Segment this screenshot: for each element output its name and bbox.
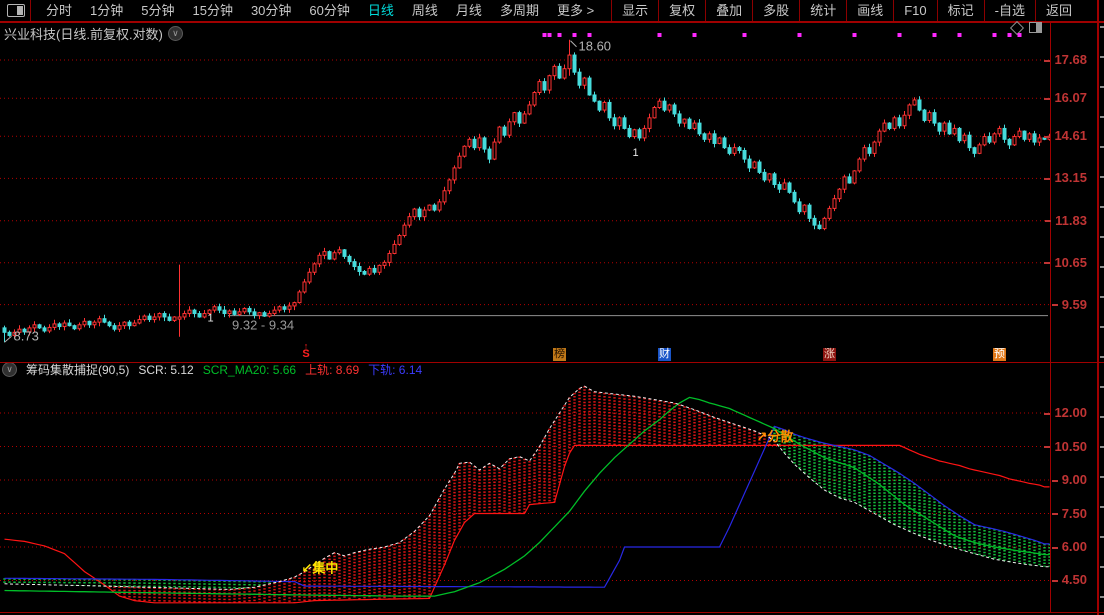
period-menu: 分时 1分钟 5分钟 15分钟 30分钟 60分钟 日线 周线 月线 多周期 更多 > xyxy=(37,0,603,21)
axis-tick xyxy=(1044,59,1051,62)
low-price-label: 8.73 xyxy=(14,328,39,343)
candlestick-series xyxy=(2,39,1050,343)
axis-tick xyxy=(1044,135,1051,138)
menu-item-left-7[interactable]: 周线 xyxy=(403,0,447,21)
marker-1: 1 xyxy=(633,147,639,159)
menu-item-right-7[interactable]: 标记 xyxy=(936,0,984,21)
axis-tick xyxy=(1044,446,1051,449)
price-tick-17.68: 17.68 xyxy=(1044,52,1087,67)
menu-item-left-9[interactable]: 多周期 xyxy=(491,0,548,21)
indicator-chart[interactable]: ↙集中 ↗分散 xyxy=(0,375,1050,612)
axis-tick xyxy=(1044,97,1051,100)
price-tick-16.07: 16.07 xyxy=(1044,90,1087,105)
event-dots xyxy=(542,33,1022,37)
indicator-tick-4.5: 4.50 xyxy=(1051,572,1087,587)
menu-item-left-1[interactable]: 1分钟 xyxy=(81,0,132,21)
axis-tick xyxy=(1044,177,1051,180)
svg-text:9.32 - 9.34: 9.32 - 9.34 xyxy=(232,318,294,333)
indicator-tick-7.5: 7.50 xyxy=(1051,506,1087,521)
badge-3[interactable]: 涨 xyxy=(823,348,836,361)
price-tick-14.61: 14.61 xyxy=(1044,128,1087,143)
menu-item-left-2[interactable]: 5分钟 xyxy=(132,0,183,21)
price-tick-13.15: 13.15 xyxy=(1044,170,1087,185)
axis-tick xyxy=(1051,304,1058,307)
menu-item-right-8[interactable]: -自选 xyxy=(983,0,1035,21)
right-edge-ticks xyxy=(1100,26,1104,610)
menu-item-left-10[interactable]: 更多 > xyxy=(548,0,603,21)
price-tick-10.65: 10.65 xyxy=(1044,255,1087,270)
price-axis: 17.68 16.07 14.61 13.15 11.83 10.65 9.59 12.00 1… xyxy=(1044,0,1097,615)
menu-item-right-4[interactable]: 统计 xyxy=(799,0,846,21)
axis-tick xyxy=(1051,513,1058,516)
axis-tick xyxy=(1051,580,1058,583)
axis-tick xyxy=(1051,479,1058,482)
badge-signal-s[interactable]: ↑ S xyxy=(300,342,312,360)
menu-item-right-2[interactable]: 叠加 xyxy=(705,0,752,21)
right-edge-border xyxy=(1097,0,1099,615)
menu-separator xyxy=(30,0,31,21)
scr-line xyxy=(4,385,1050,590)
axis-tick xyxy=(1044,262,1051,265)
high-price-label: 18.60 xyxy=(579,39,612,54)
marker-1: 1 xyxy=(208,312,214,324)
indicator-tick-9: 9.00 xyxy=(1051,472,1087,487)
menu-item-left-4[interactable]: 30分钟 xyxy=(242,0,300,21)
menubar: 分时 1分钟 5分钟 15分钟 30分钟 60分钟 日线 周线 月线 多周期 更多 > 显示 复权 叠加… xyxy=(0,0,1104,23)
scr-ma20-line xyxy=(4,396,1050,597)
menu-item-left-8[interactable]: 月线 xyxy=(447,0,491,21)
menu-item-right-0[interactable]: 显示 xyxy=(611,0,658,21)
badge-2[interactable]: 财 xyxy=(658,348,671,361)
lower-band-line xyxy=(4,425,1050,588)
price-tick-9.59: 9.59 xyxy=(1051,297,1087,312)
menu-item-left-3[interactable]: 15分钟 xyxy=(183,0,241,21)
indicator-label-1: ↗分散 xyxy=(757,429,795,444)
tools-menu: 显示 复权 叠加 多股 统计 画线 F10 标记 -自选 返回 xyxy=(611,0,1082,21)
indicator-label-0: ↙集中 xyxy=(302,561,339,576)
axis-tick xyxy=(1045,220,1052,223)
menu-item-right-1[interactable]: 复权 xyxy=(658,0,705,21)
menu-item-left-5[interactable]: 60分钟 xyxy=(300,0,358,21)
main-gridlines xyxy=(0,59,1050,306)
menu-item-left-0[interactable]: 分时 xyxy=(37,0,81,21)
indicator-tick-12: 12.00 xyxy=(1044,405,1087,420)
menu-item-right-5[interactable]: 画线 xyxy=(846,0,893,21)
badge-1[interactable]: 榜 xyxy=(553,348,566,361)
main-candlestick-chart[interactable]: 9.32 - 9.34 18.60 8.73 1 1 xyxy=(0,22,1050,362)
axis-tick xyxy=(1044,412,1051,415)
panel-divider[interactable] xyxy=(0,362,1104,363)
axis-tick xyxy=(1051,546,1058,549)
menu-item-left-6[interactable]: 日线 xyxy=(359,0,403,21)
bottom-border xyxy=(0,612,1104,613)
menu-item-right-3[interactable]: 多股 xyxy=(752,0,799,21)
menu-item-right-6[interactable]: F10 xyxy=(893,0,936,21)
window-split-icon[interactable] xyxy=(7,4,25,17)
price-tick-11.83: 11.83 xyxy=(1045,213,1087,228)
indicator-tick-6: 6.00 xyxy=(1051,539,1087,554)
badge-4[interactable]: 预 xyxy=(993,348,1006,361)
indicator-tick-10.5: 10.50 xyxy=(1044,439,1087,454)
